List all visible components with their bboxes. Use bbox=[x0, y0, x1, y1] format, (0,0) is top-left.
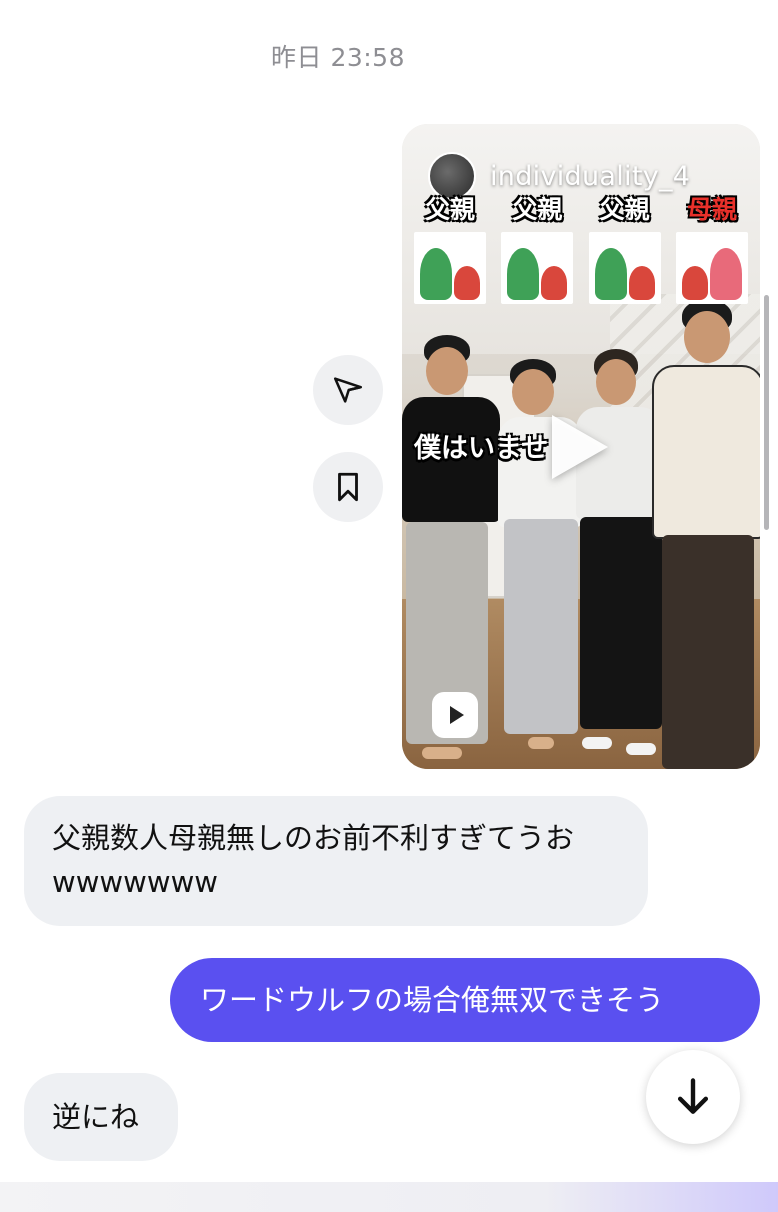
send-icon bbox=[333, 377, 363, 403]
incoming-message[interactable]: 逆にね bbox=[24, 1073, 178, 1161]
father-child-illustration bbox=[588, 232, 661, 304]
reel-icon bbox=[432, 692, 478, 738]
role-label: 母親 bbox=[686, 195, 737, 224]
bookmark-icon bbox=[338, 472, 358, 502]
role-labels: 父親 父親 父親 母親 bbox=[408, 190, 754, 304]
reel-caption: 僕はいませ bbox=[414, 433, 549, 464]
role-father: 父親 bbox=[497, 190, 577, 304]
father-child-illustration bbox=[414, 232, 486, 304]
role-label: 父親 bbox=[599, 195, 650, 224]
mother-child-illustration bbox=[675, 232, 748, 304]
outgoing-message[interactable]: ワードウルフの場合俺無双できそう bbox=[170, 958, 760, 1042]
person-figure bbox=[652, 299, 760, 769]
scroll-to-bottom-button[interactable] bbox=[646, 1050, 740, 1144]
message-timestamp: 昨日 23:58 bbox=[271, 43, 405, 72]
incoming-message[interactable]: 父親数人母親無しのお前不利すぎてうおwwwwwww bbox=[24, 796, 648, 926]
role-label: 父親 bbox=[424, 195, 475, 224]
next-message-preview bbox=[0, 1182, 778, 1212]
save-button[interactable] bbox=[313, 452, 383, 522]
role-father: 父親 bbox=[410, 190, 490, 304]
play-icon[interactable] bbox=[552, 415, 608, 479]
share-button[interactable] bbox=[313, 355, 383, 425]
reel-username[interactable]: individuality_4 bbox=[490, 161, 690, 192]
role-mother: 母親 bbox=[672, 190, 752, 304]
father-child-illustration bbox=[501, 232, 574, 304]
shared-reel[interactable]: individuality_4 父親 父親 父親 母親 僕はいませ bbox=[402, 124, 760, 769]
scrollbar[interactable] bbox=[764, 295, 769, 530]
role-father: 父親 bbox=[585, 190, 665, 304]
arrow-down-icon bbox=[677, 1078, 709, 1114]
role-label: 父親 bbox=[512, 195, 563, 224]
